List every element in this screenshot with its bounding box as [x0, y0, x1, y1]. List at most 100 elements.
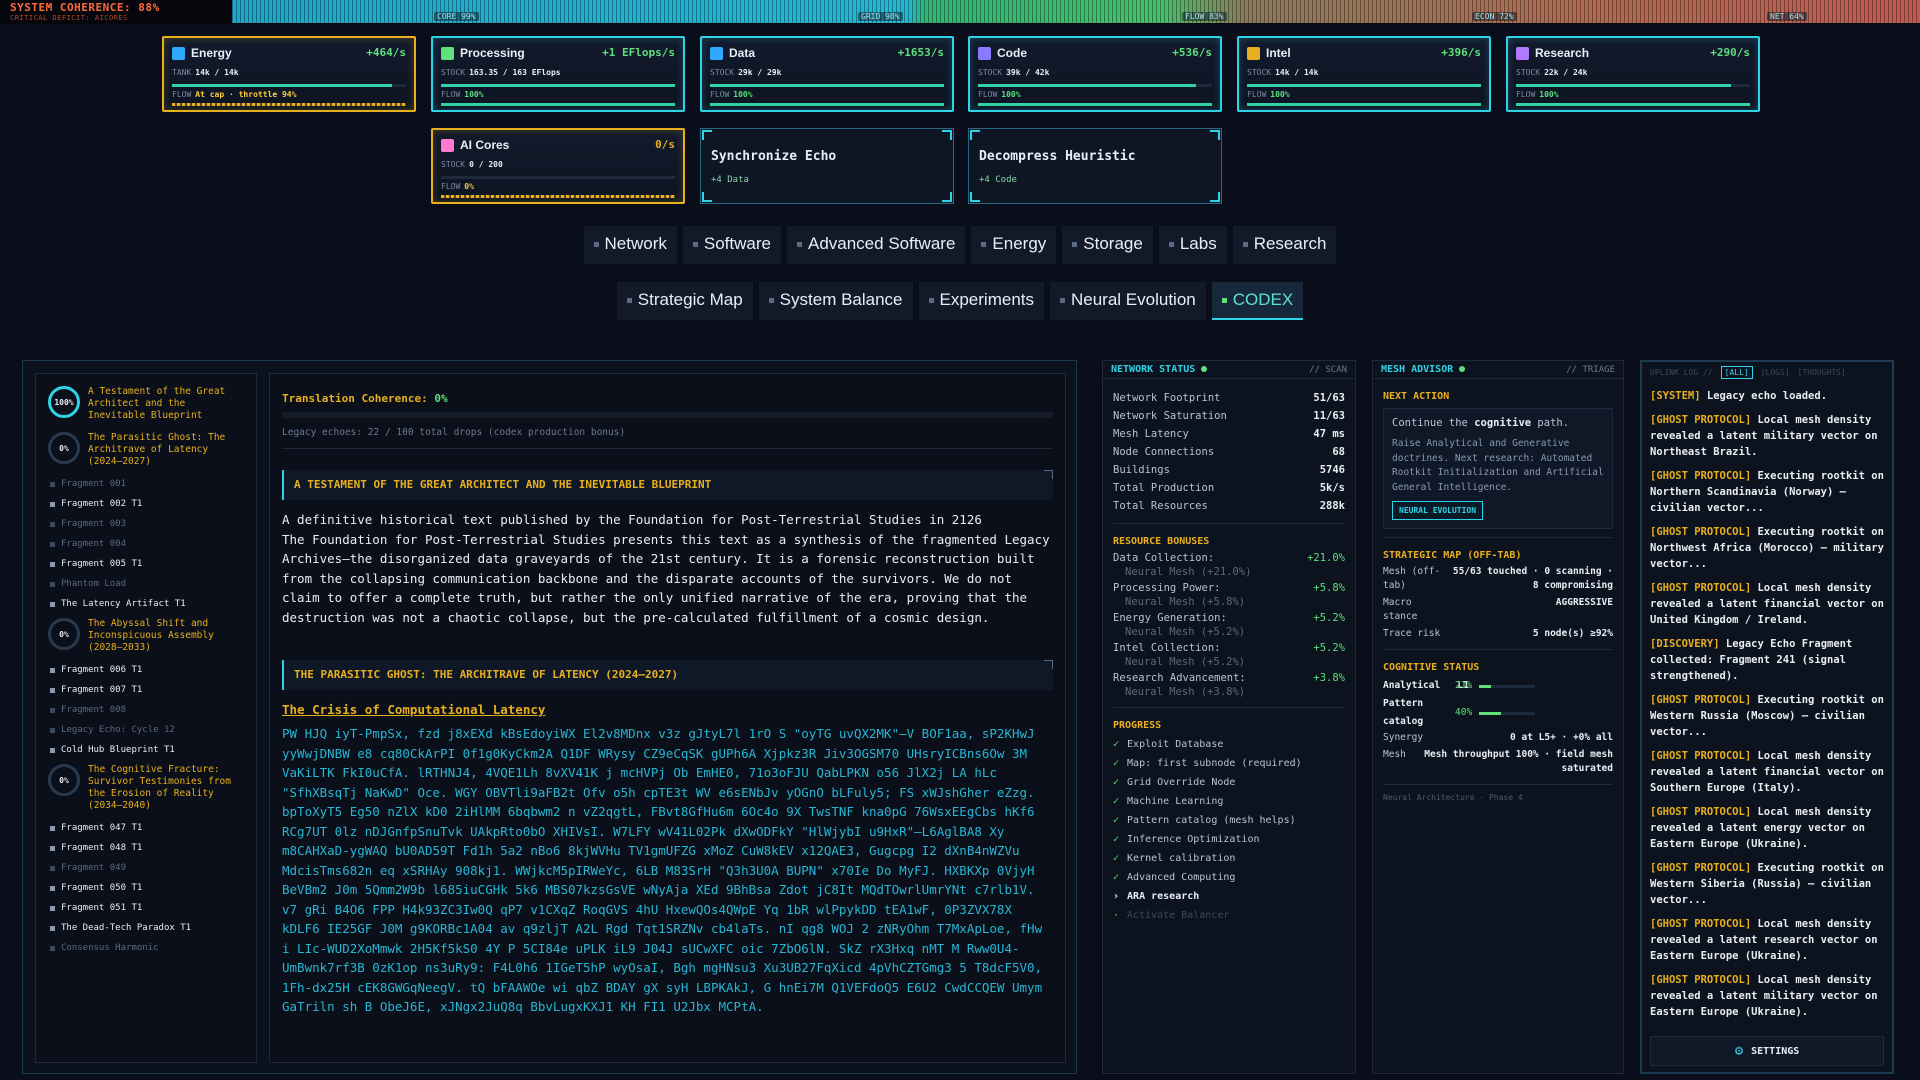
codex-reader[interactable]: Translation Coherence: 0% Legacy echoes:… — [269, 373, 1066, 1063]
stat-key: Network Saturation — [1113, 410, 1227, 422]
resource-card-intel[interactable]: Intel +396/s STOCK 14k / 14k FLOW 100% — [1237, 36, 1491, 112]
progress-item: › ARA research — [1103, 887, 1355, 906]
resource-bar-fill — [1247, 84, 1481, 87]
tab-storage[interactable]: Storage — [1062, 226, 1153, 264]
log-list[interactable]: [SYSTEM] Legacy echo loaded. [GHOST PROTO… — [1642, 382, 1892, 1022]
settings-button[interactable]: ⚙ SETTINGS — [1650, 1036, 1884, 1066]
fragment-item[interactable]: Fragment 003 — [36, 514, 256, 534]
stock-key: STOCK — [710, 68, 735, 77]
synchronize-echo-card[interactable]: Synchronize Echo +4 Data — [700, 128, 954, 204]
ghost-card-title: Synchronize Echo — [711, 149, 837, 164]
section-heading: RESOURCE BONUSES — [1113, 536, 1210, 547]
tab-labs[interactable]: Labs — [1158, 226, 1227, 264]
coherence-track — [282, 412, 1053, 418]
kv-key: Mesh (off-tab) — [1383, 566, 1441, 591]
resource-card-data[interactable]: Data +1653/s STOCK 29k / 29k FLOW 100% — [700, 36, 954, 112]
fragment-item[interactable]: Fragment 002 T1 — [36, 494, 256, 514]
stock-value: 39k / 42k — [1006, 68, 1050, 77]
fragment-item[interactable]: Fragment 008 — [36, 700, 256, 720]
fragment-item[interactable]: Fragment 006 T1 — [36, 660, 256, 680]
tab-network[interactable]: Network — [583, 226, 677, 264]
tab-logs[interactable]: [LOGS] — [1761, 368, 1790, 377]
fragment-item[interactable]: Fragment 001 — [36, 474, 256, 494]
fragment-label: The Latency Artifact T1 — [61, 599, 186, 609]
log-message: Legacy echo loaded. — [1706, 390, 1828, 402]
fragment-item[interactable]: Phantom Load — [36, 574, 256, 594]
chapter-list: 100% A Testament of the Great Architect … — [35, 373, 257, 1063]
tab-neural-evolution[interactable]: Neural Evolution — [1050, 282, 1206, 320]
flow-bar — [1247, 103, 1481, 106]
chapter-item[interactable]: 0% The Abyssal Shift and Inconspicuous A… — [36, 614, 256, 660]
chapter-progress-ring: 0% — [48, 432, 80, 464]
stock-key: STOCK — [1247, 68, 1272, 77]
fragment-item[interactable]: The Latency Artifact T1 — [36, 594, 256, 614]
flow-key: FLOW — [978, 90, 998, 99]
coherence-label: Translation Coherence: — [282, 392, 428, 405]
database-icon — [710, 46, 723, 60]
stock-value: 14k / 14k — [195, 68, 239, 77]
stock-value: 0 / 200 — [469, 160, 503, 169]
fragment-item[interactable]: Fragment 007 T1 — [36, 680, 256, 700]
bonus-source: Neural Mesh (+3.8%) — [1125, 686, 1246, 698]
tab-software[interactable]: Software — [682, 226, 781, 264]
fragment-item[interactable]: Cold Hub Blueprint T1 — [36, 740, 256, 760]
tab-thoughts[interactable]: [THOUGHTS] — [1798, 368, 1846, 377]
fragment-item[interactable]: Fragment 005 T1 — [36, 554, 256, 574]
bonus-key: Intel Collection: — [1113, 642, 1221, 654]
stat-value: 5746 — [1319, 464, 1345, 476]
tab-label: Software — [703, 234, 771, 253]
tab-dot-icon — [928, 297, 934, 303]
resource-card-processing[interactable]: Processing +1 EFlops/s STOCK 163.35 / 163 E… — [431, 36, 685, 112]
tab-energy[interactable]: Energy — [971, 226, 1057, 264]
progress-label: Map: first subnode (required) — [1127, 758, 1302, 769]
flow-key: FLOW — [1247, 90, 1267, 99]
kv-key: Synergy — [1383, 732, 1424, 743]
tab-all[interactable]: [ALL] — [1720, 365, 1753, 379]
log-entry: [GHOST PROTOCOL] Local mesh density reve… — [1650, 916, 1884, 964]
resource-card-energy[interactable]: Energy +464/s TANK 14k / 14k FLOW At cap · th… — [162, 36, 416, 112]
paragraph-line: The Foundation for Post-Terrestrial Stud… — [282, 531, 1050, 625]
resource-stock: STOCK 0 / 200 — [441, 160, 503, 169]
fragment-item[interactable]: The Dead-Tech Paradox T1 — [36, 918, 256, 938]
fragment-item[interactable]: Fragment 050 T1 — [36, 878, 256, 898]
log-tag: [GHOST PROTOCOL] — [1650, 862, 1752, 874]
kv-value: AGGRESSIVE — [1555, 597, 1613, 608]
tab-system-balance[interactable]: System Balance — [758, 282, 913, 320]
tab-research[interactable]: Research — [1232, 226, 1337, 264]
neural-evolution-button[interactable]: NEURAL EVOLUTION — [1392, 501, 1484, 520]
stock-value: 14k / 14k — [1275, 68, 1319, 77]
network-stat-row: Mesh Latency 47 ms — [1103, 425, 1355, 443]
tab-strategic-map[interactable]: Strategic Map — [616, 282, 753, 320]
tab-advanced-software[interactable]: Advanced Software — [786, 226, 966, 264]
fragment-label: Phantom Load — [61, 579, 127, 589]
layers-icon — [1516, 46, 1529, 60]
next-action-path: cognitive — [1474, 417, 1532, 429]
decompress-heuristic-card[interactable]: Decompress Heuristic +4 Code — [968, 128, 1222, 204]
fragment-item[interactable]: Consensus Harmonic — [36, 938, 256, 958]
progress-label: ARA research — [1127, 891, 1200, 902]
chapter-item[interactable]: 100% A Testament of the Great Architect … — [36, 382, 256, 428]
fragment-item[interactable]: Fragment 051 T1 — [36, 898, 256, 918]
log-entry: [GHOST PROTOCOL] Local mesh density reve… — [1650, 804, 1884, 852]
fragment-label: Fragment 005 T1 — [61, 559, 143, 569]
resource-card-ai-cores[interactable]: AI Cores 0/s STOCK 0 / 200 FLOW 0% — [431, 128, 685, 204]
fragment-label: Consensus Harmonic — [61, 943, 159, 953]
resource-card-research[interactable]: Research +290/s STOCK 22k / 24k FLOW 100% — [1506, 36, 1760, 112]
chapter-item[interactable]: 0% The Cognitive Fracture: Survivor Test… — [36, 760, 256, 818]
fragment-item[interactable]: Fragment 048 T1 — [36, 838, 256, 858]
fragment-item[interactable]: Fragment 004 — [36, 534, 256, 554]
stock-key: STOCK — [441, 160, 466, 169]
tab-experiments[interactable]: Experiments — [918, 282, 1044, 320]
chapter-item[interactable]: 0% The Parasitic Ghost: The Architrave o… — [36, 428, 256, 474]
fragment-item[interactable]: Legacy Echo: Cycle 12 — [36, 720, 256, 740]
fragment-item[interactable]: Fragment 047 T1 — [36, 818, 256, 838]
progress-item: ✓ Inference Optimization — [1103, 830, 1355, 849]
resource-bar-fill — [710, 84, 944, 87]
bonus-key: Research Advancement: — [1113, 672, 1246, 684]
log-tag: [GHOST PROTOCOL] — [1650, 414, 1752, 426]
codex-paragraph: A definitive historical text published b… — [282, 510, 1053, 627]
tab-codex[interactable]: CODEX — [1211, 282, 1304, 320]
fragment-item[interactable]: Fragment 049 — [36, 858, 256, 878]
kv-value: 55/63 touched · 0 scanning · 8 compromis… — [1452, 566, 1613, 591]
resource-card-code[interactable]: Code +536/s STOCK 39k / 42k FLOW 100% — [968, 36, 1222, 112]
